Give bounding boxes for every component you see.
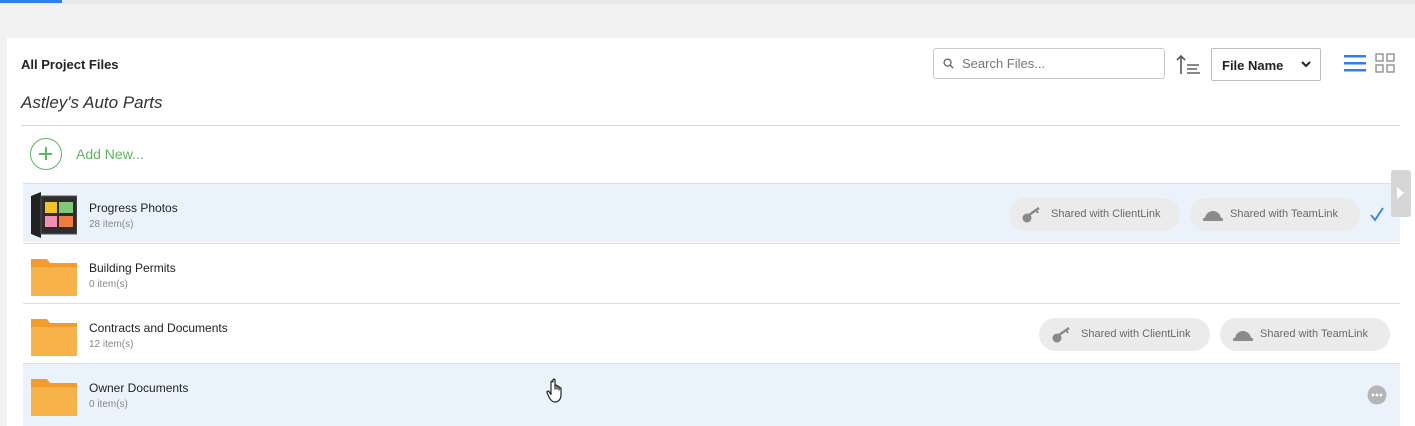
clientlink-badge-label: Shared with ClientLink (1051, 208, 1161, 220)
check-icon[interactable] (1369, 206, 1385, 222)
hardhat-icon (1203, 211, 1223, 221)
file-name: Owner Documents (89, 381, 189, 395)
search-input[interactable] (962, 49, 1157, 78)
key-icon (1052, 326, 1070, 343)
file-count: 0 item(s) (89, 399, 128, 410)
add-new-label: Add New... (76, 146, 144, 162)
photo-collage-icon (31, 192, 77, 238)
file-row-owner-documents[interactable]: Owner Documents 0 item(s) (23, 363, 1400, 426)
clientlink-badge-label: Shared with ClientLink (1081, 328, 1191, 340)
file-row-progress-photos[interactable]: Progress Photos 28 item(s) Shared with C… (23, 183, 1400, 242)
sort-ascending-icon[interactable] (1175, 53, 1201, 77)
header-divider (21, 125, 1400, 126)
folder-icon (31, 259, 77, 296)
key-icon (1022, 206, 1040, 223)
teamlink-badge-label: Shared with TeamLink (1260, 328, 1369, 340)
folder-icon (31, 319, 77, 356)
hand-cursor-icon (546, 378, 562, 403)
project-name: Astley's Auto Parts (21, 93, 163, 112)
file-name: Progress Photos (89, 201, 178, 215)
file-row-building-permits[interactable]: Building Permits 0 item(s) (23, 243, 1400, 302)
search-icon (943, 58, 954, 69)
grid-view-icon[interactable] (1375, 53, 1395, 73)
file-name: Building Permits (89, 261, 176, 275)
top-strip (0, 0, 1415, 4)
plus-icon (30, 138, 62, 170)
file-count: 28 item(s) (89, 219, 134, 230)
page-title: All Project Files (21, 57, 119, 72)
side-panel-toggle[interactable] (1391, 170, 1411, 217)
more-options-icon[interactable] (1367, 385, 1387, 405)
files-panel: All Project Files Astley's Auto Parts Fi… (7, 38, 1415, 426)
sort-select-value: File Name (1222, 58, 1284, 73)
teamlink-badge[interactable]: Shared with TeamLink (1190, 198, 1360, 231)
clientlink-badge[interactable]: Shared with ClientLink (1039, 318, 1210, 351)
file-count: 0 item(s) (89, 279, 128, 290)
file-name: Contracts and Documents (89, 321, 228, 335)
search-box (933, 48, 1165, 79)
teamlink-badge-label: Shared with TeamLink (1230, 208, 1339, 220)
file-row-contracts-and-documents[interactable]: Contracts and Documents 12 item(s) Share… (23, 303, 1400, 362)
chevron-down-icon (1301, 61, 1311, 68)
hardhat-icon (1233, 331, 1253, 341)
folder-icon (31, 379, 77, 416)
sort-select[interactable]: File Name (1211, 48, 1321, 81)
teamlink-badge[interactable]: Shared with TeamLink (1220, 318, 1390, 351)
file-count: 12 item(s) (89, 339, 134, 350)
clientlink-badge[interactable]: Shared with ClientLink (1009, 198, 1180, 231)
list-view-icon[interactable] (1344, 53, 1366, 73)
active-tab-indicator (0, 0, 62, 3)
